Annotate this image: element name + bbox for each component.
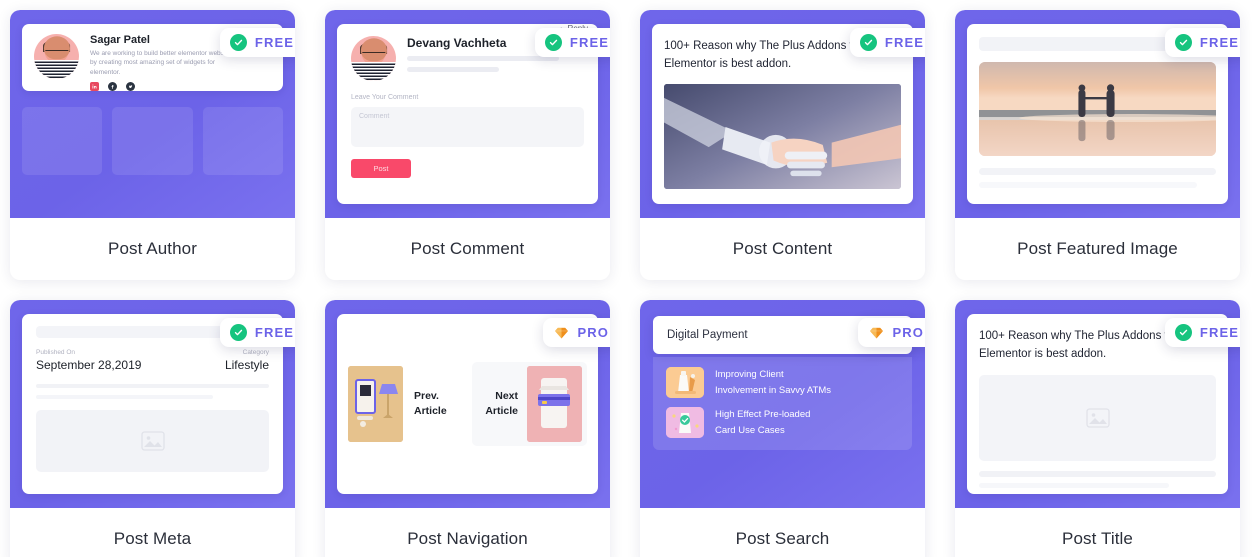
meta-published: Published On September 28,2019 <box>36 349 141 372</box>
preview-post-author: FREE Sagar Patel We are working to build… <box>10 10 295 218</box>
content-placeholder-line <box>979 470 1216 477</box>
badge-free: FREE <box>1164 28 1240 57</box>
badge-free: FREE <box>219 318 295 347</box>
image-placeholder <box>979 374 1216 461</box>
image-placeholder-icon <box>1085 407 1110 428</box>
card-title: Post Navigation <box>407 529 528 548</box>
card-title: Post Author <box>108 239 197 258</box>
title-placeholder-bar <box>36 326 228 338</box>
avatar <box>34 34 79 79</box>
widget-grid: FREE Sagar Patel We are working to build… <box>0 0 1252 557</box>
facebook-icon[interactable] <box>108 82 117 92</box>
preview-post-meta: FREE Published On September 28,2019 Cate… <box>10 300 295 508</box>
result-text: Improving Client Involvement in Savvy AT… <box>715 369 831 396</box>
content-placeholder-line <box>979 482 1169 488</box>
card-title: Post Search <box>735 529 830 548</box>
next-article-link[interactable]: Next Article <box>472 362 587 446</box>
badge-free: FREE <box>849 28 925 57</box>
diamond-icon <box>553 324 570 341</box>
preview-post-featured-image: FREE <box>955 10 1240 218</box>
check-circle-icon <box>229 34 247 51</box>
widget-card-post-meta[interactable]: FREE Published On September 28,2019 Cate… <box>10 300 295 557</box>
badge-label: FREE <box>254 325 294 340</box>
content-placeholder-line <box>979 168 1216 175</box>
card-title: Post Comment <box>410 239 525 258</box>
badge-free: FREE <box>534 28 610 57</box>
preview-post-content: FREE 100+ Reason why The Plus Addons for… <box>640 10 925 218</box>
preview-post-comment: FREE Devang Vachheta Leave Your Comment … <box>325 10 610 218</box>
search-result-item[interactable]: Improving Client Involvement in Savvy AT… <box>666 367 899 398</box>
placeholder-block <box>22 107 103 175</box>
search-results-list: Improving Client Involvement in Savvy AT… <box>653 357 912 450</box>
widget-card-post-author[interactable]: FREE Sagar Patel We are working to build… <box>10 10 295 280</box>
check-circle-icon <box>229 324 247 341</box>
badge-label: PRO <box>892 325 924 340</box>
placeholder-block <box>202 107 283 175</box>
result-thumbnail <box>666 407 704 438</box>
badge-free: FREE <box>1164 318 1240 347</box>
content-placeholder-line <box>36 384 269 388</box>
card-title: Post Title <box>1062 529 1133 548</box>
badge-label: FREE <box>1199 325 1239 340</box>
preview-post-search: PRO Digital Payment Improving Client Inv… <box>640 300 925 508</box>
badge-pro: PRO <box>857 318 925 347</box>
search-query-value: Digital Payment <box>667 329 748 341</box>
content-placeholder-line <box>36 395 214 399</box>
badge-free: FREE <box>219 28 295 57</box>
twitter-icon[interactable] <box>126 82 135 92</box>
card-title: Post Meta <box>113 529 192 548</box>
result-text: High Effect Pre-loaded Card Use Cases <box>715 409 811 436</box>
check-circle-icon <box>544 34 562 51</box>
badge-label: FREE <box>1199 35 1239 50</box>
leave-comment-label: Leave Your Comment <box>351 94 419 101</box>
next-article-thumbnail <box>527 366 582 442</box>
preview-post-navigation: PRO Prev. Article Next Article <box>325 300 610 508</box>
author-description: We are working to build better elementor… <box>90 50 235 76</box>
avatar <box>351 36 396 81</box>
category-value: Lifestyle <box>224 358 269 372</box>
content-placeholder-line <box>979 182 1198 188</box>
widget-card-post-featured-image[interactable]: FREE Post Featured Image <box>955 10 1240 280</box>
image-placeholder-icon <box>140 431 165 451</box>
badge-label: FREE <box>254 35 294 50</box>
check-circle-icon <box>1174 34 1192 51</box>
check-circle-icon <box>859 34 877 51</box>
preview-post-title: FREE 100+ Reason why The Plus Addons for… <box>955 300 1240 508</box>
card-title: Post Featured Image <box>1017 239 1178 258</box>
widget-card-post-navigation[interactable]: PRO Prev. Article Next Article Post Navi… <box>325 300 610 557</box>
check-circle-icon <box>1174 324 1192 341</box>
next-article-label: Next Article <box>485 389 518 417</box>
result-thumbnail <box>666 367 704 398</box>
meta-category: Category Lifestyle <box>225 349 269 372</box>
prev-article-thumbnail <box>348 366 403 442</box>
widget-card-post-comment[interactable]: FREE Devang Vachheta Leave Your Comment … <box>325 10 610 280</box>
author-placeholder-blocks <box>22 107 283 175</box>
badge-label: FREE <box>884 35 924 50</box>
search-result-item[interactable]: High Effect Pre-loaded Card Use Cases <box>666 407 899 438</box>
placeholder-block <box>112 107 193 175</box>
linkedin-icon[interactable] <box>90 82 99 92</box>
author-social-links[interactable] <box>90 82 271 92</box>
widget-card-post-content[interactable]: FREE 100+ Reason why The Plus Addons for… <box>640 10 925 280</box>
published-on-label: Published On <box>36 349 76 356</box>
badge-pro: PRO <box>542 318 610 347</box>
diamond-icon <box>868 324 885 341</box>
content-image <box>664 83 901 189</box>
featured-image <box>979 62 1216 156</box>
post-comment-button[interactable]: Post <box>351 159 411 178</box>
published-on-value: September 28,2019 <box>36 358 142 372</box>
prev-article-label: Prev. Article <box>414 389 447 417</box>
badge-label: FREE <box>569 35 609 50</box>
widget-card-post-search[interactable]: PRO Digital Payment Improving Client Inv… <box>640 300 925 557</box>
card-title: Post Content <box>732 239 833 258</box>
category-label: Category <box>242 349 269 356</box>
comment-textarea[interactable]: Comment <box>351 107 584 147</box>
badge-label: PRO <box>577 325 609 340</box>
prev-article-link[interactable]: Prev. Article <box>348 366 447 442</box>
widget-card-post-title[interactable]: FREE 100+ Reason why The Plus Addons for… <box>955 300 1240 557</box>
image-placeholder <box>36 410 269 472</box>
